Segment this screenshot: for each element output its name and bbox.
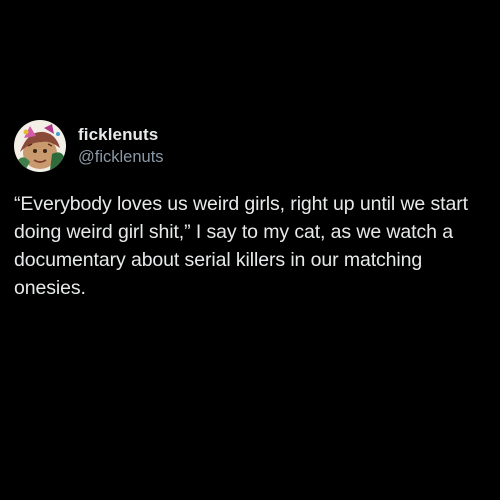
user-handle[interactable]: @ficklenuts bbox=[78, 146, 164, 168]
avatar-illustration-icon bbox=[14, 120, 66, 172]
tweet-text: “Everybody loves us weird girls, right u… bbox=[14, 193, 468, 299]
author-names: ficklenuts @ficklenuts bbox=[78, 124, 164, 168]
avatar[interactable] bbox=[14, 120, 66, 172]
display-name[interactable]: ficklenuts bbox=[78, 124, 164, 146]
tweet-card: ficklenuts @ficklenuts “Everybody loves … bbox=[14, 118, 486, 302]
tweet-header: ficklenuts @ficklenuts bbox=[14, 118, 486, 174]
